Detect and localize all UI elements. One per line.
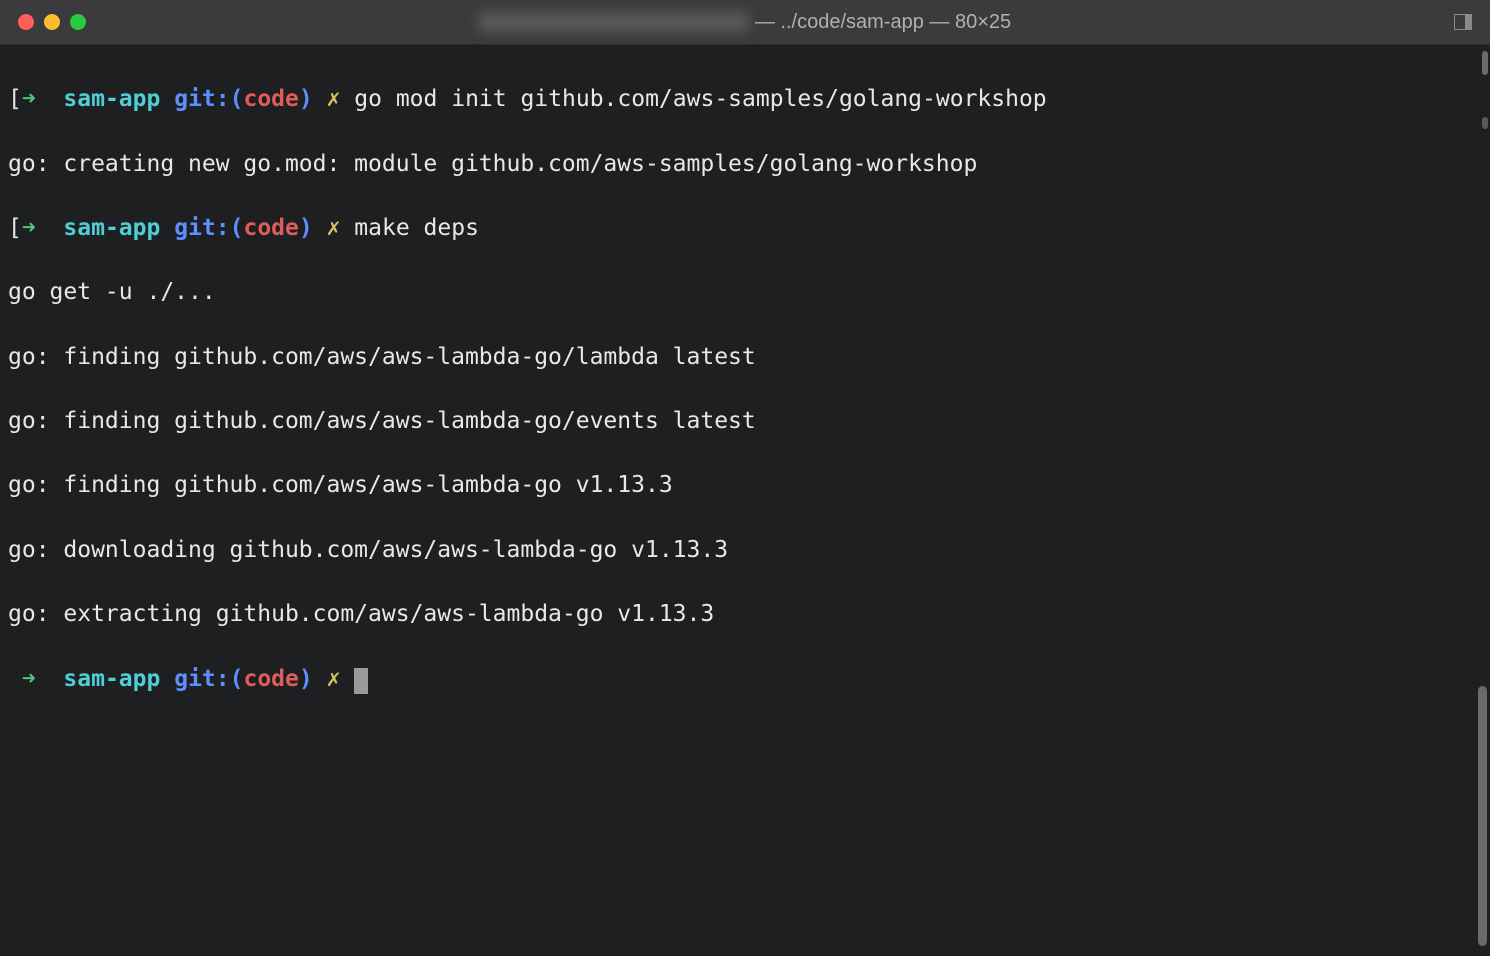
titlebar[interactable]: — ../code/sam-app — 80×25 — [0, 0, 1490, 45]
git-branch: code — [243, 666, 298, 692]
output-line: go: finding github.com/aws/aws-lambda-go… — [8, 341, 1482, 373]
title-path: — ../code/sam-app — 80×25 — [755, 11, 1011, 34]
arrow-icon: ➜ — [22, 666, 36, 692]
arrow-icon: ➜ — [22, 215, 36, 241]
git-dirty-icon: ✗ — [327, 666, 341, 692]
git-close: ) — [299, 86, 313, 112]
traffic-lights — [18, 14, 86, 30]
scrollbar-thumb[interactable] — [1478, 686, 1487, 946]
output-line: go: creating new go.mod: module github.c… — [8, 148, 1482, 180]
command-2: make deps — [354, 215, 479, 241]
close-button[interactable] — [18, 14, 34, 30]
bracket-open: [ — [8, 86, 22, 112]
output-line: go: finding github.com/aws/aws-lambda-go… — [8, 405, 1482, 437]
prompt-dir: sam-app — [63, 666, 160, 692]
git-label: git:( — [174, 215, 243, 241]
prompt-dir: sam-app — [63, 215, 160, 241]
prompt-dir: sam-app — [63, 86, 160, 112]
output-line: go: downloading github.com/aws/aws-lambd… — [8, 534, 1482, 566]
git-dirty-icon: ✗ — [327, 215, 341, 241]
terminal-body[interactable]: [➜ sam-app git:(code) ✗ go mod init gith… — [0, 45, 1490, 956]
git-label: git:( — [174, 666, 243, 692]
panel-toggle-icon[interactable] — [1454, 14, 1472, 30]
git-branch: code — [243, 215, 298, 241]
minimize-button[interactable] — [44, 14, 60, 30]
git-label: git:( — [174, 86, 243, 112]
command-1: go mod init github.com/aws-samples/golan… — [354, 86, 1046, 112]
title-redacted — [479, 12, 749, 32]
output-line: go: extracting github.com/aws/aws-lambda… — [8, 598, 1482, 630]
window-title: — ../code/sam-app — 80×25 — [479, 11, 1011, 34]
output-line: go: finding github.com/aws/aws-lambda-go… — [8, 469, 1482, 501]
git-close: ) — [299, 215, 313, 241]
bracket-open: [ — [8, 215, 22, 241]
maximize-button[interactable] — [70, 14, 86, 30]
git-dirty-icon: ✗ — [327, 86, 341, 112]
cursor — [354, 668, 368, 694]
prompt-line-2: [➜ sam-app git:(code) ✗ make deps — [8, 212, 1482, 244]
arrow-icon: ➜ — [22, 86, 36, 112]
scrollbar[interactable] — [1472, 45, 1490, 956]
prompt-line-1: [➜ sam-app git:(code) ✗ go mod init gith… — [8, 83, 1482, 115]
prompt-line-3: ➜ sam-app git:(code) ✗ — [8, 663, 1482, 695]
output-line: go get -u ./... — [8, 276, 1482, 308]
git-close: ) — [299, 666, 313, 692]
git-branch: code — [243, 86, 298, 112]
terminal-window: — ../code/sam-app — 80×25 [➜ sam-app git… — [0, 0, 1490, 956]
